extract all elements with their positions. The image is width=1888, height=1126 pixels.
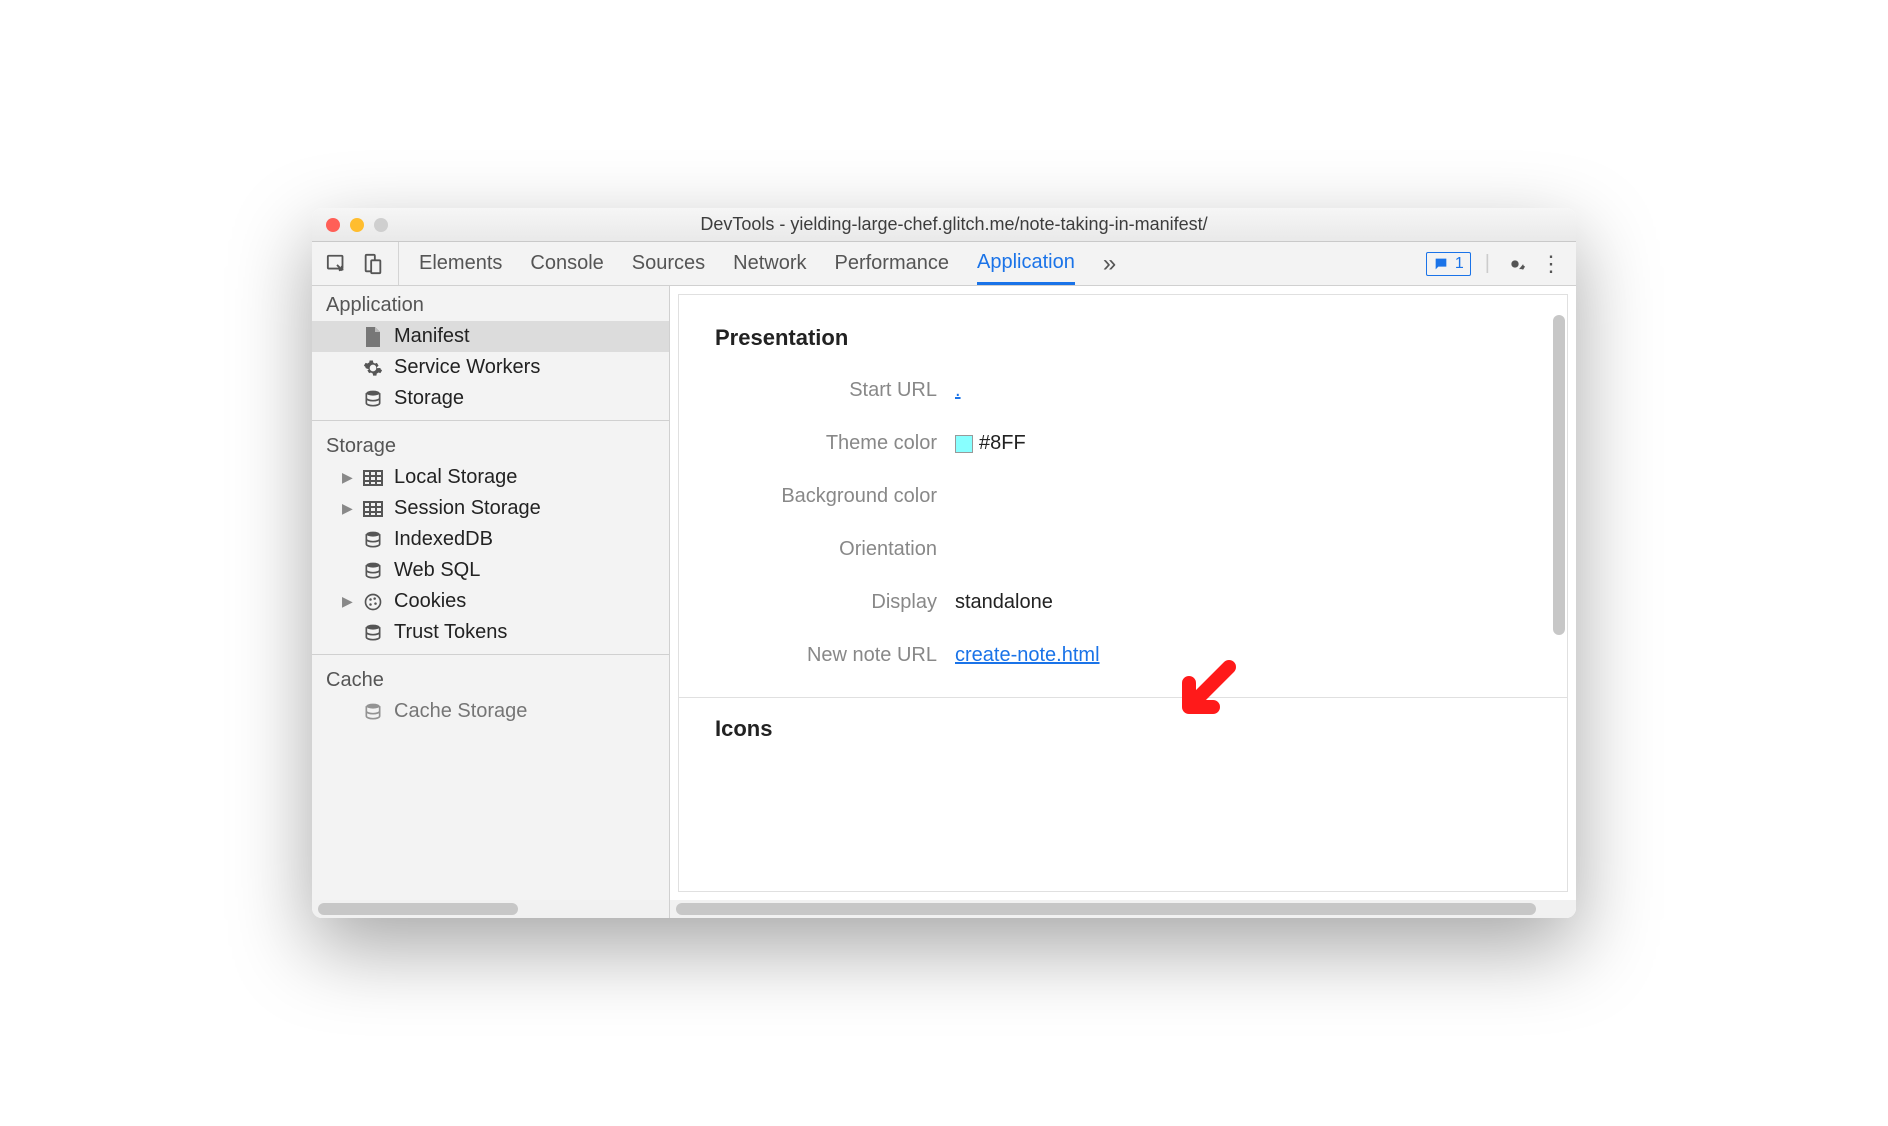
main-horizontal-scrollbar[interactable] bbox=[670, 900, 1576, 918]
sidebar-group-cache: Cache bbox=[312, 661, 669, 696]
database-icon bbox=[362, 701, 384, 723]
sidebar-item-label: Cache Storage bbox=[394, 700, 527, 723]
label-background-color: Background color bbox=[715, 485, 955, 508]
minimize-window-button[interactable] bbox=[350, 218, 364, 232]
row-start-url: Start URL . bbox=[715, 379, 1531, 402]
expand-arrow-icon[interactable]: ▶ bbox=[342, 593, 352, 610]
tab-sources[interactable]: Sources bbox=[632, 242, 705, 285]
row-orientation: Orientation bbox=[715, 538, 1531, 561]
theme-color-swatch bbox=[955, 435, 973, 453]
start-url-link[interactable]: . bbox=[955, 379, 961, 401]
cookie-icon bbox=[362, 591, 384, 613]
sidebar-scrollbar[interactable] bbox=[312, 900, 669, 918]
sidebar-item-label: Service Workers bbox=[394, 356, 540, 379]
more-icon[interactable]: ⋮ bbox=[1540, 253, 1562, 275]
new-note-url-link[interactable]: create-note.html bbox=[955, 644, 1100, 666]
application-sidebar: Application Manifest Service Workers Sto… bbox=[312, 286, 670, 918]
zoom-window-button[interactable] bbox=[374, 218, 388, 232]
manifest-pane: Presentation Start URL . Theme color #8F… bbox=[678, 294, 1568, 892]
sidebar-vertical-scrollbar[interactable] bbox=[657, 290, 669, 897]
sidebar-item-manifest[interactable]: Manifest bbox=[312, 321, 669, 352]
section-presentation: Presentation bbox=[715, 325, 1531, 351]
tab-application[interactable]: Application bbox=[977, 242, 1075, 285]
label-new-note-url: New note URL bbox=[715, 644, 955, 667]
section-icons: Icons bbox=[715, 716, 1531, 742]
sidebar-item-service-workers[interactable]: Service Workers bbox=[312, 352, 669, 383]
manifest-main: Presentation Start URL . Theme color #8F… bbox=[670, 286, 1576, 918]
database-icon bbox=[362, 622, 384, 644]
gear-icon bbox=[362, 357, 384, 379]
label-start-url: Start URL bbox=[715, 379, 955, 402]
grid-icon bbox=[362, 467, 384, 489]
sidebar-item-label: Trust Tokens bbox=[394, 621, 507, 644]
sidebar-item-trust-tokens[interactable]: Trust Tokens bbox=[312, 617, 669, 648]
sidebar-item-indexeddb[interactable]: IndexedDB bbox=[312, 524, 669, 555]
tab-console[interactable]: Console bbox=[530, 242, 603, 285]
sidebar-item-label: Storage bbox=[394, 387, 464, 410]
row-background-color: Background color bbox=[715, 485, 1531, 508]
inspect-element-icon[interactable] bbox=[326, 253, 348, 275]
row-theme-color: Theme color #8FF bbox=[715, 432, 1531, 455]
row-display: Display standalone bbox=[715, 591, 1531, 614]
window-titlebar: DevTools - yielding-large-chef.glitch.me… bbox=[312, 208, 1576, 242]
grid-icon bbox=[362, 498, 384, 520]
document-icon bbox=[362, 326, 384, 348]
sidebar-item-session-storage[interactable]: ▶ Session Storage bbox=[312, 493, 669, 524]
database-icon bbox=[362, 529, 384, 551]
sidebar-item-local-storage[interactable]: ▶ Local Storage bbox=[312, 462, 669, 493]
main-vertical-scrollbar[interactable] bbox=[1553, 305, 1565, 861]
sidebar-group-storage: Storage bbox=[312, 427, 669, 462]
tab-performance[interactable]: Performance bbox=[835, 242, 950, 285]
sidebar-item-web-sql[interactable]: Web SQL bbox=[312, 555, 669, 586]
sidebar-item-label: Cookies bbox=[394, 590, 466, 613]
window-title: DevTools - yielding-large-chef.glitch.me… bbox=[402, 214, 1506, 235]
sidebar-item-label: Session Storage bbox=[394, 497, 541, 520]
settings-icon[interactable] bbox=[1504, 253, 1526, 275]
devtools-window: DevTools - yielding-large-chef.glitch.me… bbox=[312, 208, 1576, 918]
device-toolbar-icon[interactable] bbox=[362, 253, 384, 275]
row-new-note-url: New note URL create-note.html bbox=[715, 644, 1531, 667]
sidebar-item-label: Web SQL bbox=[394, 559, 480, 582]
theme-color-value: #8FF bbox=[979, 432, 1026, 454]
window-traffic-lights bbox=[312, 218, 402, 232]
label-display: Display bbox=[715, 591, 955, 614]
sidebar-item-storage[interactable]: Storage bbox=[312, 383, 669, 414]
sidebar-item-cache-storage[interactable]: Cache Storage bbox=[312, 696, 669, 727]
sidebar-item-label: Manifest bbox=[394, 325, 470, 348]
sidebar-item-cookies[interactable]: ▶ Cookies bbox=[312, 586, 669, 617]
issues-count: 1 bbox=[1455, 255, 1464, 273]
devtools-toolbar: Elements Console Sources Network Perform… bbox=[312, 242, 1576, 286]
issues-badge[interactable]: 1 bbox=[1426, 252, 1471, 276]
panel-tabs: Elements Console Sources Network Perform… bbox=[399, 242, 1412, 285]
label-theme-color: Theme color bbox=[715, 432, 955, 455]
label-orientation: Orientation bbox=[715, 538, 955, 561]
sidebar-item-label: Local Storage bbox=[394, 466, 517, 489]
close-window-button[interactable] bbox=[326, 218, 340, 232]
tab-network[interactable]: Network bbox=[733, 242, 806, 285]
expand-arrow-icon[interactable]: ▶ bbox=[342, 469, 352, 486]
tab-elements[interactable]: Elements bbox=[419, 242, 502, 285]
sidebar-item-label: IndexedDB bbox=[394, 528, 493, 551]
database-icon bbox=[362, 388, 384, 410]
expand-arrow-icon[interactable]: ▶ bbox=[342, 500, 352, 517]
database-icon bbox=[362, 560, 384, 582]
display-value: standalone bbox=[955, 591, 1053, 614]
tab-overflow[interactable]: » bbox=[1103, 242, 1116, 285]
sidebar-group-application: Application bbox=[312, 286, 669, 321]
